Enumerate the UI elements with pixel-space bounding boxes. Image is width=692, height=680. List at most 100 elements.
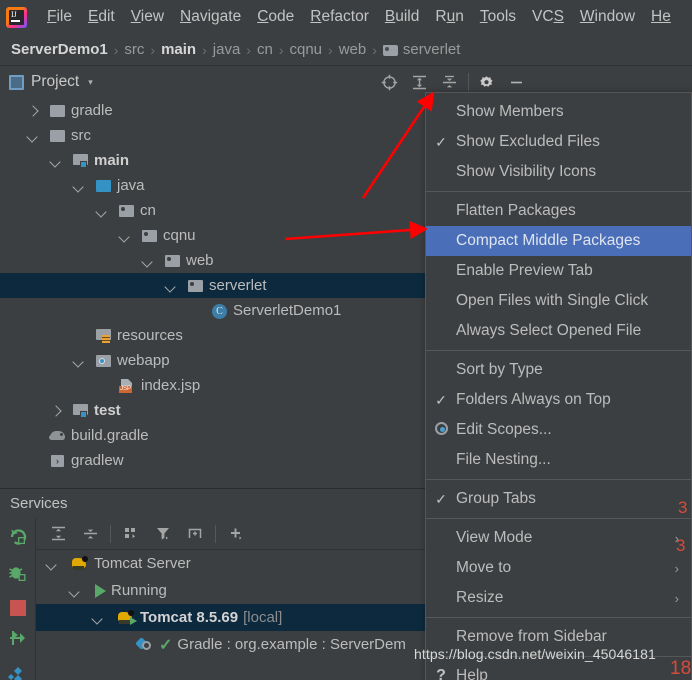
project-view-options-context-menu[interactable]: Show Members ✓ Show Excluded Files Show … (425, 92, 692, 680)
menu-item-edit-scopes[interactable]: Edit Scopes... (426, 415, 691, 445)
chevron-down-icon[interactable] (26, 129, 39, 142)
menu-run[interactable]: Run (427, 8, 471, 26)
chevron-down-icon[interactable] (49, 154, 62, 167)
services-row-tomcat-local[interactable]: Tomcat 8.5.69 [local] (36, 604, 430, 631)
menu-navigate[interactable]: Navigate (172, 8, 249, 26)
menu-item-show-excluded-files[interactable]: ✓ Show Excluded Files (426, 127, 691, 157)
chevron-down-icon[interactable] (95, 204, 108, 217)
add-service-icon[interactable] (221, 519, 251, 549)
tree-row-gradlew[interactable]: › gradlew (0, 448, 430, 473)
group-by-icon[interactable] (116, 519, 146, 549)
menu-item-always-select-opened-file[interactable]: Always Select Opened File (426, 316, 691, 346)
tree-label: ServerletDemo1 (233, 302, 342, 319)
tree-row-serverletdemo1[interactable]: C ServerletDemo1 (0, 298, 430, 323)
menu-item-resize[interactable]: Resize › (426, 583, 691, 613)
breadcrumb-item-4[interactable]: cn (257, 41, 273, 58)
menu-help[interactable]: He (643, 8, 679, 26)
add-tab-icon[interactable] (180, 519, 210, 549)
menu-item-group-tabs[interactable]: ✓ Group Tabs (426, 484, 691, 514)
services-row-tomcat-server[interactable]: Tomcat Server (36, 550, 430, 577)
package-folder-icon (382, 44, 398, 56)
collapse-all-icon[interactable] (75, 519, 105, 549)
breadcrumb-item-5[interactable]: cqnu (289, 41, 322, 58)
menu-file[interactable]: File (39, 8, 80, 26)
menu-item-enable-preview-tab[interactable]: Enable Preview Tab (426, 256, 691, 286)
menu-item-folders-always-on-top[interactable]: ✓ Folders Always on Top (426, 385, 691, 415)
tree-row-java[interactable]: java (0, 173, 430, 198)
menu-code[interactable]: Code (249, 8, 302, 26)
menu-item-open-files-with-single-click[interactable]: Open Files with Single Click (426, 286, 691, 316)
services-row-gradle-artifact[interactable]: ✓ Gradle : org.example : ServerDem (36, 631, 430, 658)
menu-item-move-to[interactable]: Move to › (426, 553, 691, 583)
deploy-icon[interactable] (7, 665, 28, 680)
tree-row-gradle[interactable]: gradle (0, 98, 430, 123)
filter-icon[interactable] (148, 519, 178, 549)
menu-item-flatten-packages[interactable]: Flatten Packages (426, 196, 691, 226)
breadcrumb-item-2[interactable]: main (161, 41, 196, 58)
toolbar-divider (110, 524, 111, 543)
tree-row-webapp[interactable]: webapp (0, 348, 430, 373)
chevron-down-icon[interactable] (118, 229, 131, 242)
tree-row-main[interactable]: main (0, 148, 430, 173)
breadcrumb-item-0[interactable]: ServerDemo1 (11, 41, 108, 58)
menu-item-help[interactable]: ? Help (426, 661, 691, 680)
chevron-down-icon[interactable] (72, 179, 85, 192)
tree-row-serverlet[interactable]: serverlet (0, 273, 430, 298)
services-tree[interactable]: Tomcat Server Running Tomcat 8.5.69 [loc… (36, 550, 430, 680)
main-menu-bar[interactable]: IJ File Edit View Navigate Code Refactor… (0, 0, 692, 34)
menu-item-view-mode[interactable]: View Mode › (426, 523, 691, 553)
check-icon: ✓ (435, 391, 447, 408)
breadcrumb-sep: › (328, 41, 333, 58)
tree-row-cn[interactable]: cn (0, 198, 430, 223)
menu-item-label: Folders Always on Top (456, 391, 611, 408)
rerun-icon[interactable] (8, 526, 28, 551)
breadcrumb[interactable]: ServerDemo1 › src › main › java › cn › c… (0, 34, 692, 66)
stop-icon[interactable] (9, 600, 26, 616)
debug-icon[interactable] (8, 563, 28, 588)
menu-item-label: Compact Middle Packages (456, 232, 641, 249)
tree-row-src[interactable]: src (0, 123, 430, 148)
tree-row-index-jsp[interactable]: JSP index.jsp (0, 373, 430, 398)
tree-row-build-gradle[interactable]: build.gradle (0, 423, 430, 448)
breadcrumb-item-1[interactable]: src (124, 41, 144, 58)
menu-item-file-nesting[interactable]: File Nesting... (426, 445, 691, 475)
breadcrumb-item-6[interactable]: web (339, 41, 367, 58)
chevron-right-icon[interactable] (49, 404, 62, 417)
chevron-right-icon[interactable] (26, 104, 39, 117)
menu-build[interactable]: Build (377, 8, 427, 26)
select-opened-file-icon[interactable] (375, 67, 405, 97)
chevron-down-icon[interactable] (164, 279, 177, 292)
services-row-running[interactable]: Running (36, 577, 430, 604)
expand-all-icon[interactable] (43, 519, 73, 549)
menu-item-show-visibility-icons[interactable]: Show Visibility Icons (426, 157, 691, 187)
tree-row-test[interactable]: test (0, 398, 430, 423)
check-icon: ✓ (435, 133, 447, 150)
menu-item-show-members[interactable]: Show Members (426, 97, 691, 127)
menu-tools[interactable]: Tools (472, 8, 524, 26)
project-panel-title[interactable]: Project (31, 73, 79, 91)
menu-edit[interactable]: Edit (80, 8, 123, 26)
services-tool-window-header[interactable]: Services (0, 488, 430, 518)
tree-row-resources[interactable]: resources (0, 323, 430, 348)
menu-refactor[interactable]: Refactor (302, 8, 377, 26)
services-side-toolbar[interactable] (0, 518, 36, 680)
tree-row-web[interactable]: web (0, 248, 430, 273)
menu-item-sort-by-type[interactable]: Sort by Type (426, 355, 691, 385)
project-tree[interactable]: gradle src main java cn cqnu web serverl… (0, 98, 430, 488)
menu-item-compact-middle-packages[interactable]: Compact Middle Packages (426, 226, 691, 256)
chevron-down-icon[interactable] (45, 557, 58, 570)
menu-window[interactable]: Window (572, 8, 643, 26)
chevron-down-icon[interactable] (91, 611, 104, 624)
menu-view[interactable]: View (123, 8, 172, 26)
redeploy-icon[interactable] (8, 628, 28, 653)
menu-vcs[interactable]: VCS (524, 8, 572, 26)
check-icon: ✓ (435, 490, 447, 507)
chevron-down-icon[interactable] (68, 584, 81, 597)
chevron-down-icon[interactable]: ▾ (88, 77, 93, 88)
chevron-down-icon[interactable] (72, 354, 85, 367)
services-toolbar[interactable] (36, 518, 430, 550)
chevron-down-icon[interactable] (141, 254, 154, 267)
tree-row-cqnu[interactable]: cqnu (0, 223, 430, 248)
breadcrumb-item-7[interactable]: serverlet (403, 41, 461, 58)
breadcrumb-item-3[interactable]: java (213, 41, 241, 58)
